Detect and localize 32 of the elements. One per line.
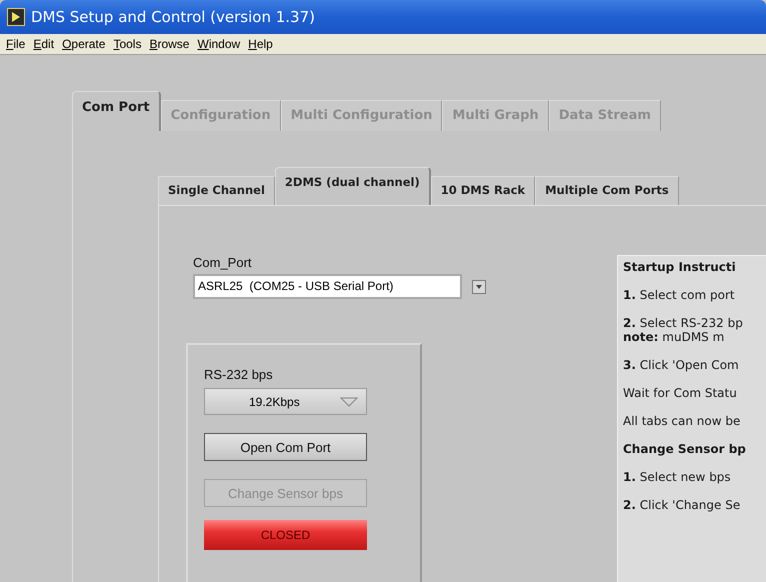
instruction-text: 1. Select com port (623, 288, 736, 302)
tab[interactable]: 10 DMS Rack (430, 176, 536, 205)
menu-item[interactable]: Edit (33, 37, 54, 51)
instruction-text: All tabs can now be (623, 414, 742, 428)
instructions-heading: Startup Instructi (623, 260, 737, 274)
instruction-text: 1. Select new bps (623, 470, 732, 484)
instruction-text: 2. Click 'Change Se (623, 498, 742, 512)
bps-label: RS-232 bps (204, 367, 274, 382)
window-title: DMS Setup and Control (version 1.37) (31, 8, 315, 26)
menu-item[interactable]: Operate (62, 37, 106, 51)
menu-item[interactable]: Tools (113, 37, 142, 51)
instruction-text: Wait for Com Statu (623, 386, 738, 400)
tab[interactable]: Com Port (72, 91, 161, 131)
bps-selector[interactable]: 19.2Kbps (204, 388, 367, 415)
instruction-note: note: muDMS m (623, 330, 726, 344)
com-port-field[interactable]: ASRL25 (COM25 - USB Serial Port) (193, 274, 462, 299)
tab[interactable]: Multiple Com Ports (535, 176, 679, 205)
menu-item[interactable]: Window (197, 37, 240, 51)
dropdown-icon[interactable] (472, 280, 486, 294)
action-button[interactable]: Open Com Port (204, 433, 367, 461)
menu-item[interactable]: File (6, 37, 26, 51)
tab[interactable]: 2DMS (dual channel) (274, 167, 431, 205)
tab[interactable]: Single Channel (158, 176, 275, 205)
com-port-label: Com_Port (193, 255, 253, 270)
instructions-heading: Change Sensor bp (623, 442, 747, 456)
menu-item[interactable]: Help (248, 37, 273, 51)
instruction-text: 2. Select RS-232 bp (623, 316, 744, 330)
status-indicator: CLOSED (204, 520, 367, 550)
app-icon (7, 8, 25, 26)
caret-icon (340, 396, 358, 406)
instruction-text: 3. Click 'Open Com (623, 358, 740, 372)
menu-item[interactable]: Browse (149, 37, 190, 51)
